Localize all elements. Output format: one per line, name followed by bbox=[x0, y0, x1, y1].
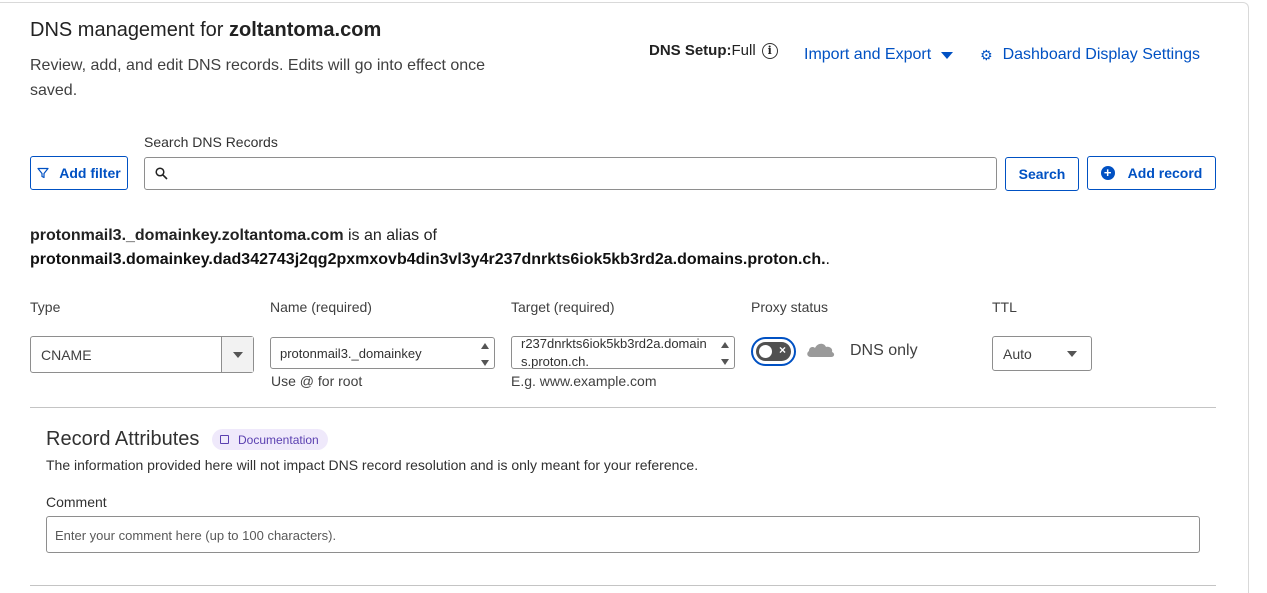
type-dropdown-toggle[interactable] bbox=[221, 337, 253, 372]
search-label: Search DNS Records bbox=[144, 134, 278, 150]
search-input[interactable] bbox=[144, 157, 997, 190]
caret-down-icon bbox=[941, 51, 954, 59]
dashboard-display-settings-link[interactable]: ⚙ Dashboard Display Settings bbox=[980, 46, 1200, 64]
ttl-select[interactable]: Auto bbox=[992, 336, 1092, 371]
name-label: Name (required) bbox=[270, 299, 372, 315]
target-hint: E.g. www.example.com bbox=[511, 373, 657, 389]
ttl-label: TTL bbox=[992, 299, 1017, 315]
domain-name: zoltantoma.com bbox=[228, 19, 382, 41]
plus-circle-icon: + bbox=[1100, 166, 1115, 180]
import-export-dropdown[interactable]: Import and Export bbox=[804, 46, 954, 64]
documentation-link[interactable]: Documentation bbox=[212, 429, 328, 450]
chevron-down-icon bbox=[233, 352, 243, 358]
book-icon bbox=[220, 435, 229, 444]
gear-icon: ⚙ bbox=[980, 46, 993, 63]
name-hint: Use @ for root bbox=[271, 373, 363, 389]
divider bbox=[30, 585, 1216, 586]
comment-input[interactable]: Enter your comment here (up to 100 chara… bbox=[46, 516, 1200, 553]
page-title: DNS management for zoltantoma.com bbox=[30, 19, 382, 41]
proxy-status-label: Proxy status bbox=[751, 299, 829, 315]
chevron-down-icon bbox=[1067, 351, 1077, 357]
name-field[interactable]: protonmail3._domainkey bbox=[270, 337, 495, 369]
name-resize-arrows[interactable] bbox=[481, 341, 491, 367]
proxy-status-toggle[interactable]: × bbox=[751, 337, 796, 366]
record-attributes-description: The information provided here will not i… bbox=[46, 457, 699, 473]
add-filter-button[interactable]: Add filter bbox=[30, 156, 128, 190]
proxy-status-value: DNS only bbox=[850, 342, 918, 359]
search-button[interactable]: Search bbox=[1005, 157, 1079, 191]
record-attributes-title: Record Attributes bbox=[46, 428, 200, 450]
page-subtitle: Review, add, and edit DNS records. Edits… bbox=[30, 57, 486, 99]
alias-target: protonmail3.domainkey.dad342743j2qg2pxmx… bbox=[30, 251, 830, 268]
type-select[interactable]: CNAME bbox=[30, 336, 254, 373]
comment-placeholder: Enter your comment here (up to 100 chara… bbox=[55, 528, 337, 543]
cloud-icon bbox=[807, 343, 835, 357]
target-resize-arrows[interactable] bbox=[721, 340, 731, 366]
info-icon[interactable]: i bbox=[761, 42, 778, 59]
funnel-icon bbox=[37, 167, 49, 179]
close-icon: × bbox=[778, 343, 786, 357]
comment-label: Comment bbox=[46, 494, 107, 510]
add-record-button[interactable]: + Add record bbox=[1087, 156, 1216, 190]
alias-summary: protonmail3._domainkey.zoltantoma.com is… bbox=[30, 227, 437, 244]
type-label: Type bbox=[30, 299, 61, 315]
magnifier-icon bbox=[155, 167, 168, 180]
divider bbox=[30, 407, 1216, 408]
dns-setup-status: DNS Setup: Full i bbox=[649, 42, 778, 59]
target-field[interactable]: r237dnrkts6iok5kb3rd2a.domains.proton.ch… bbox=[511, 336, 735, 369]
toggle-knob bbox=[759, 345, 772, 358]
target-label: Target (required) bbox=[511, 299, 615, 315]
